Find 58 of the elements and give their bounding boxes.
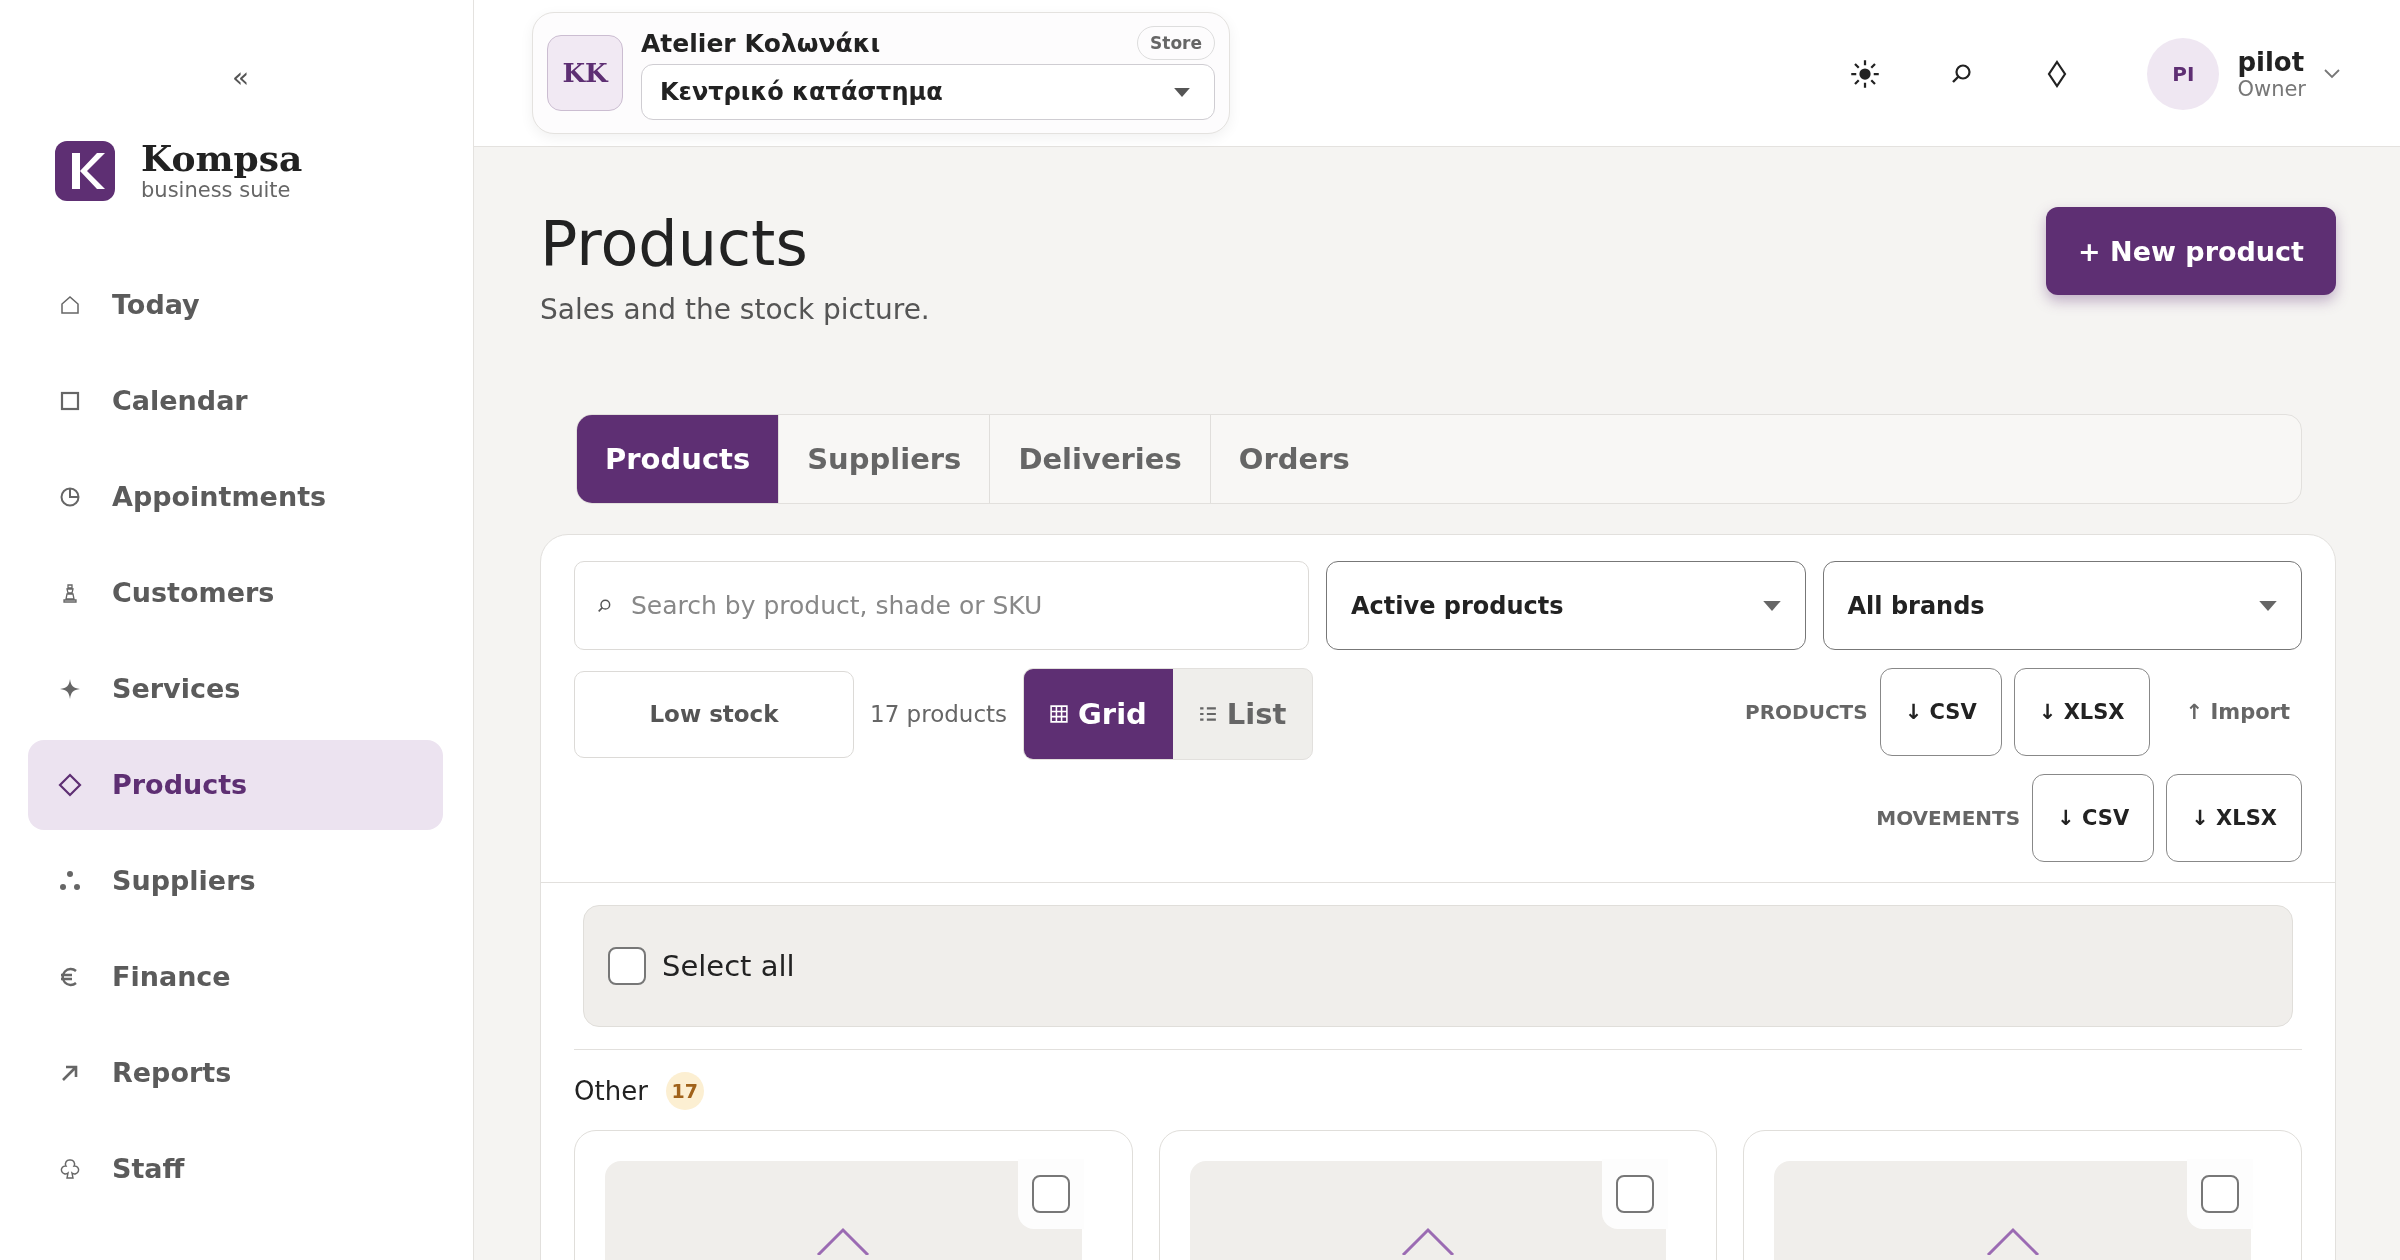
brand-name: Kompsa [141, 140, 303, 178]
export-label: PRODUCTS [1745, 700, 1868, 725]
export-button[interactable]: ↓ XLSX [2013, 668, 2150, 757]
sidebar-item[interactable]: Today [28, 259, 443, 350]
search-icon [596, 598, 612, 615]
product-count: 17 products [870, 701, 1008, 728]
user-role: Owner [2237, 76, 2306, 101]
tab[interactable]: Suppliers [779, 415, 991, 504]
tab[interactable]: Products [577, 415, 780, 504]
caret-icon [2259, 600, 2277, 611]
export-button[interactable]: ↓ CSV [2032, 774, 2155, 863]
sun-icon [1850, 58, 1881, 89]
tab[interactable]: Deliveries [990, 415, 1211, 504]
grid-icon [1050, 705, 1069, 724]
sidebar-item[interactable]: Appointments [28, 451, 443, 542]
user-name: pilot [2237, 46, 2306, 77]
brand-tagline: business suite [141, 177, 291, 202]
sidebar-item[interactable]: Calendar [28, 355, 443, 446]
collapse-button[interactable]: « [231, 64, 250, 92]
sidebar-item[interactable]: Staff [28, 1123, 443, 1214]
view-option[interactable]: List [1172, 669, 1313, 760]
sidebar-item[interactable]: Products [28, 739, 443, 830]
sidebar-item[interactable]: Customers [28, 547, 443, 638]
sidebar-item[interactable]: Finance [28, 931, 443, 1022]
group-name: Other [574, 1076, 648, 1107]
location-dropdown[interactable]: Κεντρικό κατάστημα [641, 64, 1215, 120]
dots-icon [58, 868, 82, 893]
status-dropdown[interactable]: Active products [1326, 561, 1806, 651]
brand-dropdown[interactable]: All brands [1822, 561, 2302, 651]
count-badge: 17 [665, 1072, 704, 1111]
checkbox[interactable] [1616, 1175, 1655, 1214]
import-button[interactable]: ↑ Import [2161, 668, 2302, 757]
select-all-label: Select all [662, 949, 795, 984]
list-icon [1198, 705, 1217, 724]
logo-icon [55, 140, 115, 201]
checkbox[interactable] [608, 947, 646, 986]
view-option[interactable]: Grid [1024, 669, 1173, 760]
page-title: Products [540, 207, 809, 282]
chevron-down-icon[interactable] [2324, 68, 2340, 79]
user-avatar: PI [2147, 37, 2220, 110]
sidebar-item[interactable]: Services [28, 643, 443, 734]
store-name: Atelier Κολωνάκι [641, 28, 881, 58]
new-product-button[interactable]: + New product [2046, 207, 2336, 295]
checkbox[interactable] [1031, 1175, 1070, 1214]
checkbox[interactable] [2201, 1175, 2239, 1214]
low-stock-button[interactable]: Low stock [574, 670, 854, 758]
sidebar-item[interactable]: Reports [28, 1027, 443, 1118]
tab[interactable]: Orders [1210, 415, 1378, 504]
search-field[interactable]: Search by product, shade or SKU [574, 561, 1309, 651]
export-button[interactable]: ↓ XLSX [2166, 774, 2302, 863]
store-avatar: KK [547, 35, 623, 111]
export-button[interactable]: ↓ CSV [1879, 668, 2002, 757]
sidebar-item[interactable]: Suppliers [28, 835, 443, 926]
export-label: MOVEMENTS [1876, 806, 2021, 831]
caret-icon [1174, 87, 1190, 97]
caret-icon [1762, 600, 1781, 611]
club-icon [58, 1156, 82, 1181]
page-subtitle: Sales and the stock picture. [540, 293, 930, 327]
